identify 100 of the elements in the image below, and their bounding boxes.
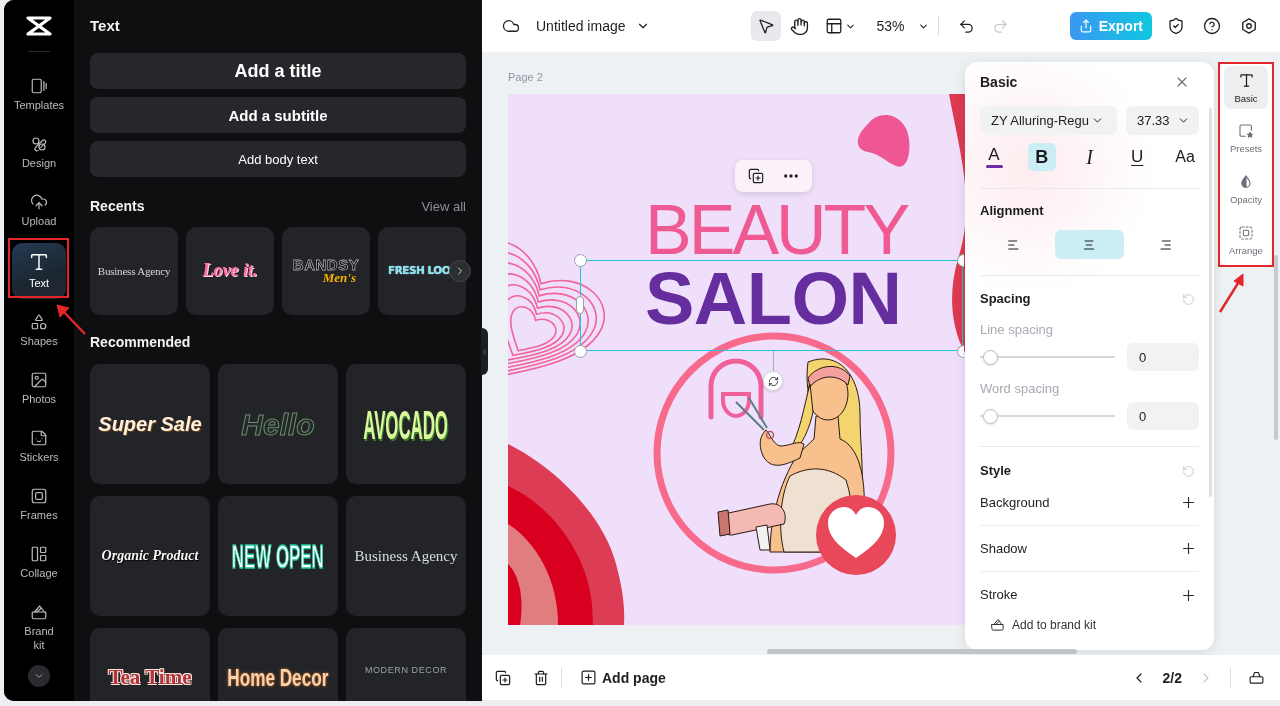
- section-title: Style: [980, 462, 1012, 480]
- text-style-tile[interactable]: Love it.: [186, 227, 274, 315]
- cloud-icon: [502, 17, 520, 35]
- sidebar-item[interactable]: Photos: [12, 363, 66, 415]
- scrollbar[interactable]: [1209, 108, 1212, 497]
- trash-icon[interactable]: [533, 669, 549, 686]
- section-title: Recents: [90, 198, 145, 214]
- text-style-tile[interactable]: AVOCADO: [346, 364, 466, 484]
- sidebar-item[interactable]: Brand kit: [12, 595, 66, 661]
- logo-icon: [24, 14, 54, 38]
- title-text: SALON: [645, 269, 902, 329]
- sidebar-item[interactable]: Upload: [12, 185, 66, 237]
- underline-button[interactable]: U: [1123, 143, 1152, 171]
- slider-thumb[interactable]: [983, 408, 998, 424]
- help-icon[interactable]: [1203, 17, 1221, 35]
- rotate-icon: [767, 375, 779, 387]
- sidebar-item[interactable]: Frames: [12, 479, 66, 531]
- resize-handle[interactable]: [576, 296, 584, 314]
- selection-box[interactable]: [580, 260, 963, 351]
- headline-text: BEAUTY: [645, 202, 908, 258]
- align-center-button[interactable]: [1055, 230, 1124, 259]
- side-tab[interactable]: Basic: [1224, 66, 1268, 109]
- plus-icon[interactable]: [1180, 494, 1197, 511]
- shield-icon[interactable]: [1167, 17, 1185, 35]
- panel-title: Basic: [980, 73, 1018, 92]
- plus-icon[interactable]: [1180, 540, 1197, 557]
- style-option: Shadow: [980, 539, 1027, 558]
- shapes-icon: [30, 313, 48, 331]
- text-style-tile[interactable]: BANDSY Men's: [282, 227, 370, 315]
- style-option: Stroke: [980, 586, 1018, 604]
- sticker-icon: [30, 429, 48, 447]
- collapse-handle[interactable]: [481, 328, 488, 375]
- add-text-button[interactable]: Add body text: [90, 141, 466, 177]
- scrollbar[interactable]: [767, 649, 1077, 654]
- text-style-tile[interactable]: Super Sale: [90, 364, 210, 484]
- handle-line: [773, 351, 774, 371]
- tray-icon[interactable]: [1248, 669, 1265, 686]
- sidebar-item[interactable]: Collage: [12, 537, 66, 589]
- view-all-link[interactable]: View all: [421, 198, 466, 214]
- rotate-handle[interactable]: [763, 371, 783, 391]
- slider-thumb[interactable]: [983, 349, 998, 365]
- add-page-button[interactable]: Add page: [580, 669, 666, 686]
- add-text-button[interactable]: Add a subtitle: [90, 97, 466, 133]
- font-dropdown[interactable]: ZY Alluring-Regu: [980, 106, 1117, 135]
- italic-button[interactable]: I: [1075, 143, 1104, 171]
- sidebar-item[interactable]: Stickers: [12, 421, 66, 473]
- design-icon: [30, 135, 48, 153]
- pointer-icon: [757, 17, 776, 35]
- letter-case-button[interactable]: Aa: [1171, 143, 1199, 171]
- expand-button[interactable]: [28, 665, 50, 687]
- square-plus-icon: [580, 669, 597, 686]
- image-icon: [30, 371, 48, 389]
- resize-handle[interactable]: [956, 253, 964, 267]
- text-icon: [28, 251, 50, 273]
- spacing-label: Line spacing: [980, 322, 1053, 338]
- section-title: Spacing: [980, 290, 1031, 308]
- text-style-tile[interactable]: Organic Product: [90, 496, 210, 616]
- duplicate-icon[interactable]: [748, 168, 764, 184]
- droplet-icon: [1238, 174, 1254, 190]
- resize-handle[interactable]: [956, 344, 964, 358]
- section-title: Recommended: [90, 334, 191, 350]
- sidebar-item[interactable]: Templates: [12, 69, 66, 121]
- resize-handle[interactable]: [573, 253, 587, 267]
- text-style-tile[interactable]: Hello: [218, 364, 338, 484]
- text-style-tile[interactable]: Business Agency: [346, 496, 466, 616]
- side-tab[interactable]: Arrange: [1224, 219, 1268, 262]
- text-style-tile[interactable]: NEW OPEN: [218, 496, 338, 616]
- sidebar-item[interactable]: Shapes: [12, 305, 66, 357]
- sidebar-item[interactable]: Design: [12, 127, 66, 179]
- scrollbar[interactable]: [1274, 255, 1278, 440]
- side-tab[interactable]: Opacity: [1224, 168, 1268, 211]
- size-dropdown[interactable]: 37.33: [1126, 106, 1199, 135]
- document-title-button[interactable]: Untitled image: [536, 11, 650, 41]
- text-color-button[interactable]: A: [980, 143, 1008, 171]
- text-style-tile[interactable]: Home Decor: [218, 628, 338, 701]
- add-to-brand-kit-button[interactable]: Add to brand kit: [990, 617, 1097, 632]
- panel-title: Text: [90, 16, 120, 36]
- add-text-button[interactable]: Add a title: [90, 53, 466, 89]
- pointer-tool-button[interactable]: [751, 11, 782, 41]
- side-tab[interactable]: Presets: [1224, 117, 1268, 160]
- undo-icon[interactable]: [957, 17, 975, 35]
- number-field[interactable]: 0: [1127, 402, 1199, 430]
- duplicate-page-icon[interactable]: [495, 669, 511, 686]
- text-style-tile[interactable]: Business Agency: [90, 227, 178, 315]
- cloud-upload-icon: [30, 193, 48, 211]
- text-style-tile[interactable]: FRESH LOO: [378, 227, 466, 315]
- share-icon: [1078, 19, 1093, 33]
- arrange-icon: [1238, 225, 1254, 241]
- spacing-label: Word spacing: [980, 381, 1060, 397]
- zoom-dropdown[interactable]: 53%: [876, 11, 929, 41]
- hand-icon: [790, 16, 809, 36]
- text-style-tile[interactable]: MODERN DECOR: [346, 628, 466, 701]
- section-title: Alignment: [980, 202, 1044, 220]
- blob-shape: [857, 115, 910, 167]
- settings-icon[interactable]: [1240, 17, 1258, 35]
- number-field[interactable]: 0: [1127, 343, 1199, 371]
- bold-button[interactable]: B: [1027, 143, 1056, 171]
- sidebar-item[interactable]: Text: [12, 243, 66, 299]
- layout-icon: [825, 17, 844, 35]
- collage-icon: [30, 545, 48, 563]
